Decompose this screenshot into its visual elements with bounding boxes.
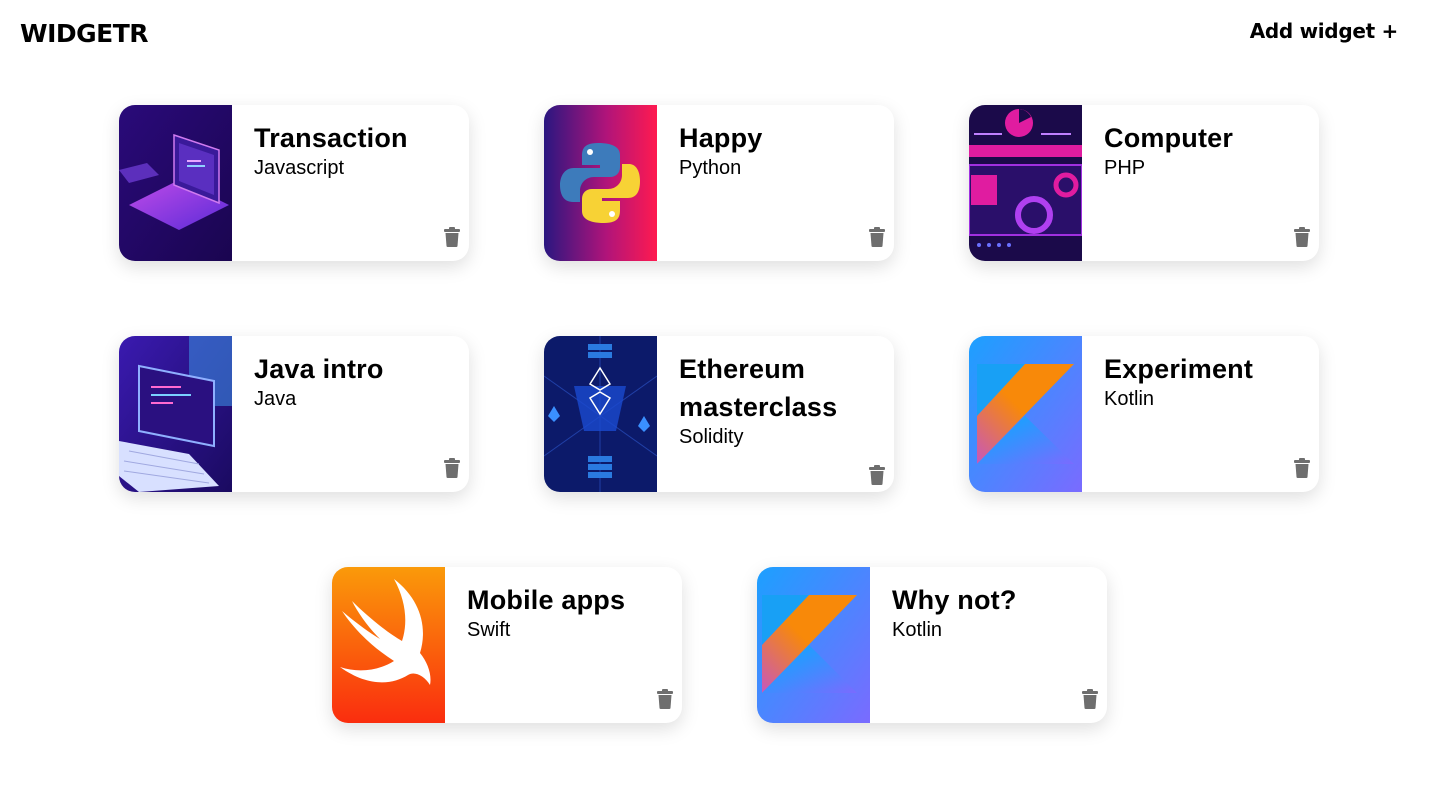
widget-title: Mobile apps	[467, 585, 626, 615]
widget-info: Computer PHP	[1104, 119, 1301, 181]
widget-info: Why not? Kotlin	[892, 581, 1089, 643]
widget-language: Java	[254, 388, 297, 410]
widget-card[interactable]: Mobile apps Swift	[332, 567, 682, 723]
widget-card[interactable]: Transaction Javascript	[119, 105, 469, 261]
swift-logo	[332, 567, 445, 723]
python-logo	[544, 105, 657, 261]
widget-info: Mobile apps Swift	[467, 581, 664, 643]
widget-card[interactable]: Happy Python	[544, 105, 894, 261]
widget-card[interactable]: Why not? Kotlin	[757, 567, 1107, 723]
trash-icon[interactable]	[1293, 458, 1311, 478]
widget-language: Solidity	[679, 426, 744, 448]
trash-icon[interactable]	[1081, 689, 1099, 709]
kotlin-logo	[969, 336, 1082, 492]
kotlin-logo	[757, 567, 870, 723]
widget-title: Why not?	[892, 585, 1017, 615]
widget-card[interactable]: Experiment Kotlin	[969, 336, 1319, 492]
trash-icon[interactable]	[656, 689, 674, 709]
trash-icon[interactable]	[868, 465, 886, 485]
ethereum-blockchain-illustration	[544, 336, 657, 492]
widget-info: Transaction Javascript	[254, 119, 451, 181]
widget-info: Happy Python	[679, 119, 876, 181]
widget-language: Swift	[467, 619, 511, 641]
widget-info: Ethereum masterclass Solidity	[679, 350, 876, 450]
widget-title: Happy	[679, 123, 763, 153]
widget-card[interactable]: Computer PHP	[969, 105, 1319, 261]
laptop-code-illustration	[119, 336, 232, 492]
widget-language: Python	[679, 157, 742, 179]
widget-title: Java intro	[254, 354, 384, 384]
widget-card[interactable]: Ethereum masterclass Solidity	[544, 336, 894, 492]
widget-language: Kotlin	[1104, 388, 1155, 410]
widget-title: Experiment	[1104, 354, 1254, 384]
trash-icon[interactable]	[443, 227, 461, 247]
widget-card[interactable]: Java intro Java	[119, 336, 469, 492]
widget-info: Java intro Java	[254, 350, 451, 412]
trash-icon[interactable]	[443, 458, 461, 478]
laptop-illustration	[119, 105, 232, 261]
widget-language: Javascript	[254, 157, 345, 179]
code-gears-illustration	[969, 105, 1082, 261]
widget-info: Experiment Kotlin	[1104, 350, 1301, 412]
widget-title: Ethereum masterclass	[679, 354, 838, 422]
widget-language: Kotlin	[892, 619, 943, 641]
trash-icon[interactable]	[1293, 227, 1311, 247]
widget-language: PHP	[1104, 157, 1146, 179]
widget-title: Computer	[1104, 123, 1234, 153]
widget-title: Transaction	[254, 123, 408, 153]
widget-grid: Transaction Javascript Happy Python Comp…	[0, 0, 1438, 794]
trash-icon[interactable]	[868, 227, 886, 247]
